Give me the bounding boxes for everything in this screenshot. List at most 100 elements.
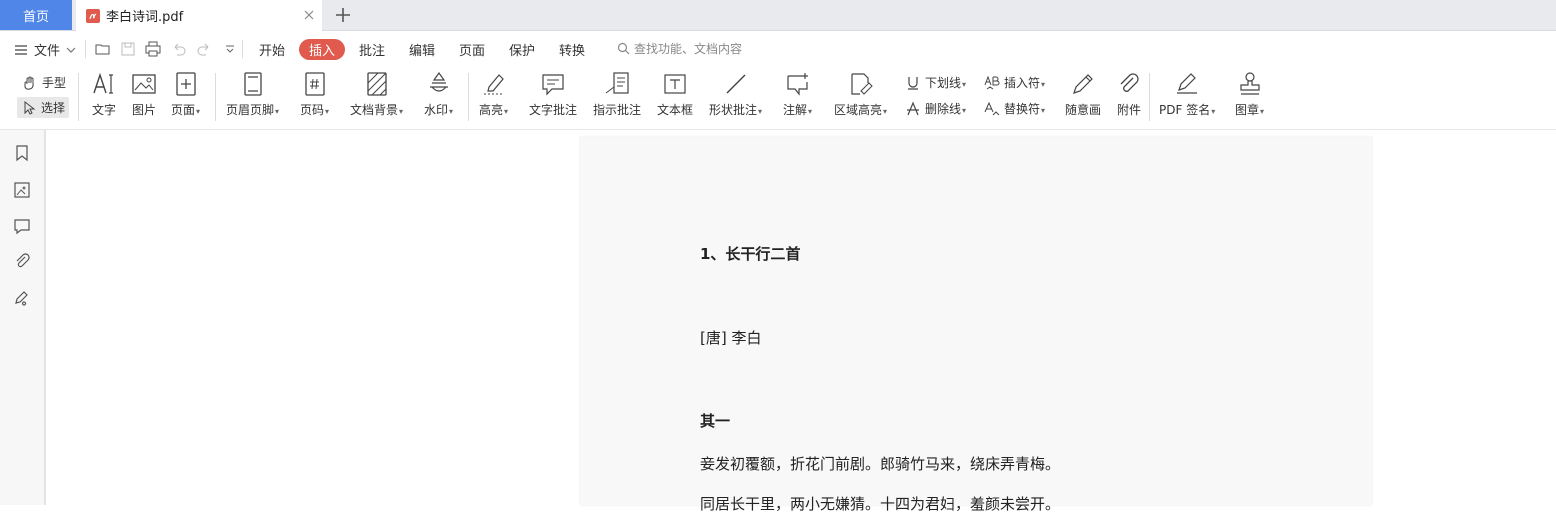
pencil-icon	[1073, 74, 1093, 94]
select-tool-button[interactable]: 选择	[17, 97, 70, 118]
ribbon-divider	[468, 73, 469, 121]
freehand-label: 随意画	[1065, 103, 1102, 117]
area-highlight-button[interactable]: 区域高亮	[834, 71, 887, 118]
stamp-icon	[1239, 72, 1260, 95]
poem-part-title: 其一	[700, 412, 731, 430]
textbox-button[interactable]: 文本框	[657, 71, 693, 118]
new-tab-plus-icon[interactable]	[334, 6, 352, 24]
watermark-icon	[429, 71, 448, 92]
close-tab-icon[interactable]	[302, 8, 316, 22]
comment-icon[interactable]	[13, 217, 31, 235]
underline-button[interactable]: 下划线	[905, 74, 966, 91]
document-background-button[interactable]: 文档背景	[350, 71, 403, 118]
thumbnail-icon[interactable]	[13, 181, 31, 199]
left-sidebar	[0, 130, 46, 505]
page-number-label: 页码	[300, 101, 329, 118]
tab-page[interactable]: 页面	[459, 40, 485, 59]
insert-text-button[interactable]: 文字	[91, 71, 117, 118]
header-footer-label: 页眉页脚	[226, 101, 279, 118]
area-highlight-icon	[850, 73, 873, 95]
poem-author: [唐] 李白	[700, 329, 762, 347]
bookmark-icon[interactable]	[13, 144, 31, 162]
document-tab-title: 李白诗词.pdf	[106, 10, 184, 25]
watermark-button[interactable]: 水印	[424, 71, 453, 118]
pointer-comment-button[interactable]: 指示批注	[593, 71, 641, 118]
highlight-label: 高亮	[479, 101, 508, 118]
menu-divider	[242, 40, 243, 58]
hand-tool-button[interactable]: 手型	[22, 74, 66, 91]
attachment-label: 附件	[1116, 103, 1141, 117]
file-menu-button[interactable]: 文件	[14, 40, 76, 59]
area-highlight-label: 区域高亮	[834, 101, 887, 118]
insert-page-label: 页面	[171, 101, 200, 118]
hand-tool-label: 手型	[42, 76, 67, 90]
poem-line: 同居长干里，两小无嫌猜。十四为君妇，羞颜未尝开。	[700, 495, 1061, 513]
strikethrough-label: 删除线	[925, 100, 966, 117]
tab-edit[interactable]: 编辑	[409, 40, 435, 59]
note-add-icon	[786, 73, 808, 96]
text-comment-button[interactable]: 文字批注	[529, 71, 577, 118]
signature-panel-icon[interactable]	[13, 288, 31, 306]
tab-insert[interactable]: 插入	[299, 39, 346, 60]
insert-mark-icon	[984, 75, 1000, 89]
strikethrough-button[interactable]: 删除线	[905, 100, 966, 117]
redo-icon[interactable]	[196, 41, 212, 57]
document-background-label: 文档背景	[350, 101, 403, 118]
paperclip-icon	[1120, 73, 1139, 92]
insert-mark-button[interactable]: 插入符	[984, 74, 1045, 91]
menu-bar: 文件 开始 插入 批注 编辑 页面 保护 转换 查找功能、文档内容	[0, 31, 1556, 67]
customize-toolbar-icon[interactable]	[222, 41, 238, 57]
highlight-button[interactable]: 高亮	[479, 71, 508, 118]
cursor-arrow-icon	[24, 100, 36, 115]
insert-text-label: 文字	[91, 103, 116, 117]
replace-mark-icon	[984, 101, 1000, 115]
shape-comment-label: 形状批注	[709, 101, 762, 118]
note-button[interactable]: 注解	[783, 71, 812, 118]
insert-mark-label: 插入符	[1004, 74, 1045, 91]
attachment-button[interactable]: 附件	[1116, 71, 1142, 118]
stamp-button[interactable]: 图章	[1235, 71, 1264, 118]
save-icon[interactable]	[120, 41, 136, 57]
tab-start[interactable]: 开始	[259, 40, 285, 59]
line-shape-icon	[726, 74, 746, 94]
insert-page-button[interactable]: 页面	[171, 71, 200, 118]
home-tab[interactable]: 首页	[0, 0, 72, 30]
replace-mark-button[interactable]: 替换符	[984, 100, 1045, 117]
pointer-comment-label: 指示批注	[593, 103, 642, 117]
freehand-button[interactable]: 随意画	[1065, 71, 1101, 118]
insert-image-button[interactable]: 图片	[131, 71, 157, 118]
hamburger-icon	[15, 44, 27, 55]
pdf-page[interactable]: 1、长干行二首 [唐] 李白 其一 妾发初覆额，折花门前剧。郎骑竹马来，绕床弄青…	[580, 137, 1372, 513]
page-number-button[interactable]: 页码	[300, 71, 329, 118]
ribbon-divider	[215, 73, 216, 121]
file-menu-label: 文件	[34, 44, 61, 59]
pdf-sign-label: PDF 签名	[1159, 101, 1215, 118]
watermark-label: 水印	[424, 101, 453, 118]
attachment-panel-icon[interactable]	[13, 252, 31, 270]
search-input[interactable]: 查找功能、文档内容	[617, 40, 742, 57]
shape-comment-button[interactable]: 形状批注	[709, 71, 762, 118]
chevron-down-icon	[66, 47, 76, 53]
home-tab-label: 首页	[22, 9, 49, 25]
tab-convert[interactable]: 转换	[559, 40, 585, 59]
ribbon-divider	[78, 73, 79, 121]
tab-comment[interactable]: 批注	[359, 40, 385, 59]
tab-bar: 首页 李白诗词.pdf	[0, 0, 1556, 31]
header-footer-button[interactable]: 页眉页脚	[226, 71, 279, 118]
insert-image-label: 图片	[131, 103, 156, 117]
undo-icon[interactable]	[171, 41, 187, 57]
document-tab[interactable]: 李白诗词.pdf	[76, 0, 322, 31]
menu-divider	[85, 40, 86, 58]
ribbon-divider	[1149, 73, 1150, 121]
open-folder-icon[interactable]	[95, 41, 111, 57]
text-comment-icon	[542, 74, 564, 96]
print-icon[interactable]	[145, 41, 161, 57]
background-icon	[366, 72, 387, 96]
ribbon-toolbar: 手型 选择 文字 图片 页面 页眉页脚 页码 文档背景 水印 高亮 文字批注	[0, 67, 1556, 130]
textbox-icon	[664, 74, 686, 94]
underline-label: 下划线	[925, 74, 966, 91]
tab-protect[interactable]: 保护	[509, 40, 535, 59]
pdf-file-icon	[86, 8, 100, 23]
header-footer-icon	[243, 72, 262, 96]
pdf-sign-button[interactable]: PDF 签名	[1159, 71, 1215, 118]
